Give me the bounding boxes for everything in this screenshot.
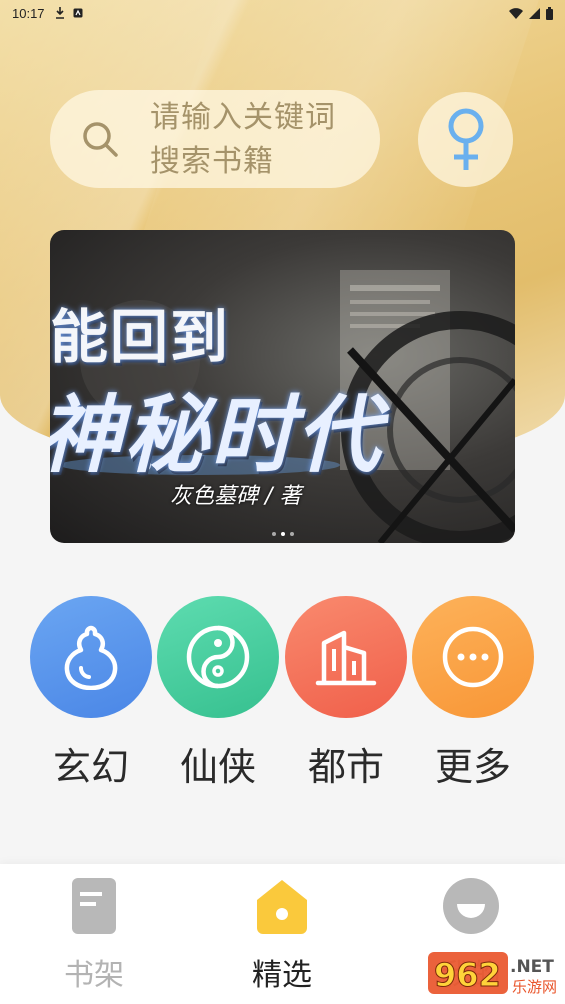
building-icon (315, 630, 377, 686)
category-xuanhuan[interactable]: 玄幻 (29, 596, 153, 791)
yinyang-icon (186, 625, 250, 689)
notification-icon (73, 8, 83, 18)
search-icon (83, 122, 118, 157)
nav-featured[interactable]: 精选 (222, 878, 342, 994)
category-xianxia[interactable]: 仙侠 (156, 596, 280, 791)
signal-icon (529, 7, 540, 19)
banner-pagination (272, 532, 294, 536)
banner-author: 灰色墓碑 / 著 (170, 484, 302, 509)
nav-bookshelf[interactable]: 书架 (34, 878, 154, 994)
watermark-suffix: .NET (510, 957, 554, 977)
featured-banner[interactable]: 能回到 神秘时代 灰色墓碑 / 著 (50, 230, 515, 543)
watermark-text: 乐游网 (512, 978, 557, 996)
watermark-number: 962 (434, 956, 501, 994)
home-icon (257, 880, 307, 934)
category-more[interactable]: 更多 (411, 596, 535, 791)
more-icon (442, 626, 504, 688)
search-placeholder: 请输入关键词搜索书籍 (150, 100, 336, 179)
banner-title-line2: 神秘时代 (50, 386, 383, 484)
category-dushi-circle (285, 596, 407, 718)
battery-icon (546, 6, 553, 20)
category-more-circle (412, 596, 534, 718)
gender-toggle-button[interactable] (418, 92, 513, 187)
download-icon (55, 7, 64, 19)
wifi-icon (509, 7, 523, 19)
female-icon (448, 108, 484, 170)
nav-label: 书架 (64, 958, 124, 993)
category-xianxia-circle (157, 596, 279, 718)
banner-dot (281, 532, 285, 536)
category-label: 仙侠 (179, 745, 256, 789)
banner-dot (290, 532, 294, 536)
category-xuanhuan-circle (30, 596, 152, 718)
banner-title-line1: 能回到 (50, 303, 231, 371)
gourd-icon (64, 625, 118, 690)
status-time: 10:17 (12, 5, 45, 21)
nav-label: 精选 (252, 958, 312, 993)
category-label: 都市 (307, 745, 384, 789)
watermark-logo: 962 .NET 乐游网 (428, 952, 557, 996)
category-label: 更多 (434, 745, 511, 789)
status-bar: 10:17 (0, 0, 565, 26)
banner-dot (272, 532, 276, 536)
category-grid: 玄幻 仙侠 都市 更多 (0, 590, 565, 790)
bookshelf-icon (72, 878, 116, 934)
category-dushi[interactable]: 都市 (284, 596, 408, 791)
category-label: 玄幻 (52, 745, 129, 789)
profile-icon (443, 878, 499, 934)
search-input[interactable]: 请输入关键词搜索书籍 (50, 90, 380, 188)
